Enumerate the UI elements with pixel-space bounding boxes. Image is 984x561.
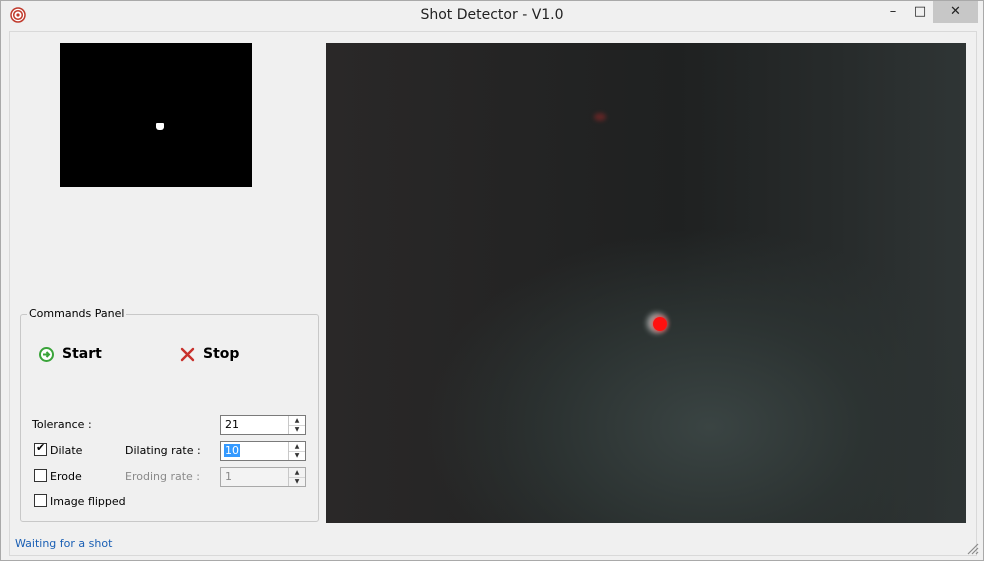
stop-label: Stop bbox=[203, 346, 240, 362]
start-button[interactable]: Start bbox=[39, 341, 102, 367]
image-flipped-checkbox[interactable] bbox=[34, 494, 47, 507]
play-arrow-icon bbox=[39, 346, 54, 362]
eroding-rate-label: Eroding rate : bbox=[125, 470, 200, 483]
checkmark-icon: ✔ bbox=[36, 441, 46, 454]
dilating-rate-spinbox[interactable]: 10 ▲ ▼ bbox=[220, 441, 306, 461]
close-button[interactable]: ✕ bbox=[933, 1, 978, 23]
eroding-rate-spinbox[interactable]: 1 ▲ ▼ bbox=[220, 467, 306, 487]
faint-reflection bbox=[594, 113, 606, 121]
spin-down-icon[interactable]: ▼ bbox=[289, 477, 305, 486]
status-text: Waiting for a shot bbox=[15, 537, 113, 550]
dilating-rate-value: 10 bbox=[224, 444, 240, 457]
cross-icon bbox=[180, 347, 195, 361]
window-title: Shot Detector - V1.0 bbox=[420, 7, 564, 23]
mask-preview-image bbox=[60, 43, 252, 187]
dilating-rate-spinner: ▲ ▼ bbox=[288, 442, 305, 460]
commands-panel-title: Commands Panel bbox=[27, 307, 127, 320]
tolerance-label: Tolerance : bbox=[32, 418, 92, 431]
detected-blob bbox=[156, 123, 164, 130]
dilate-label[interactable]: Dilate bbox=[50, 444, 82, 457]
laser-dot bbox=[653, 317, 667, 331]
tolerance-value: 21 bbox=[225, 418, 239, 431]
tolerance-spinbox[interactable]: 21 ▲ ▼ bbox=[220, 415, 306, 435]
title-bar[interactable]: Shot Detector - V1.0 – □ ✕ bbox=[1, 1, 983, 31]
erode-checkbox[interactable] bbox=[34, 469, 47, 482]
spin-down-icon[interactable]: ▼ bbox=[289, 451, 305, 460]
camera-feed-image bbox=[326, 43, 966, 523]
eroding-rate-value: 1 bbox=[225, 470, 232, 483]
tolerance-spinner: ▲ ▼ bbox=[288, 416, 305, 434]
spin-down-icon[interactable]: ▼ bbox=[289, 425, 305, 434]
dilating-rate-label: Dilating rate : bbox=[125, 444, 201, 457]
start-label: Start bbox=[62, 346, 102, 362]
dilate-checkbox[interactable]: ✔ bbox=[34, 441, 47, 456]
image-flipped-label[interactable]: Image flipped bbox=[50, 495, 126, 508]
main-window: Shot Detector - V1.0 – □ ✕ Commands Pane… bbox=[0, 0, 984, 561]
stop-button[interactable]: Stop bbox=[180, 341, 239, 367]
erode-label[interactable]: Erode bbox=[50, 470, 82, 483]
resize-grip-icon[interactable] bbox=[965, 541, 979, 555]
eroding-rate-spinner: ▲ ▼ bbox=[288, 468, 305, 486]
